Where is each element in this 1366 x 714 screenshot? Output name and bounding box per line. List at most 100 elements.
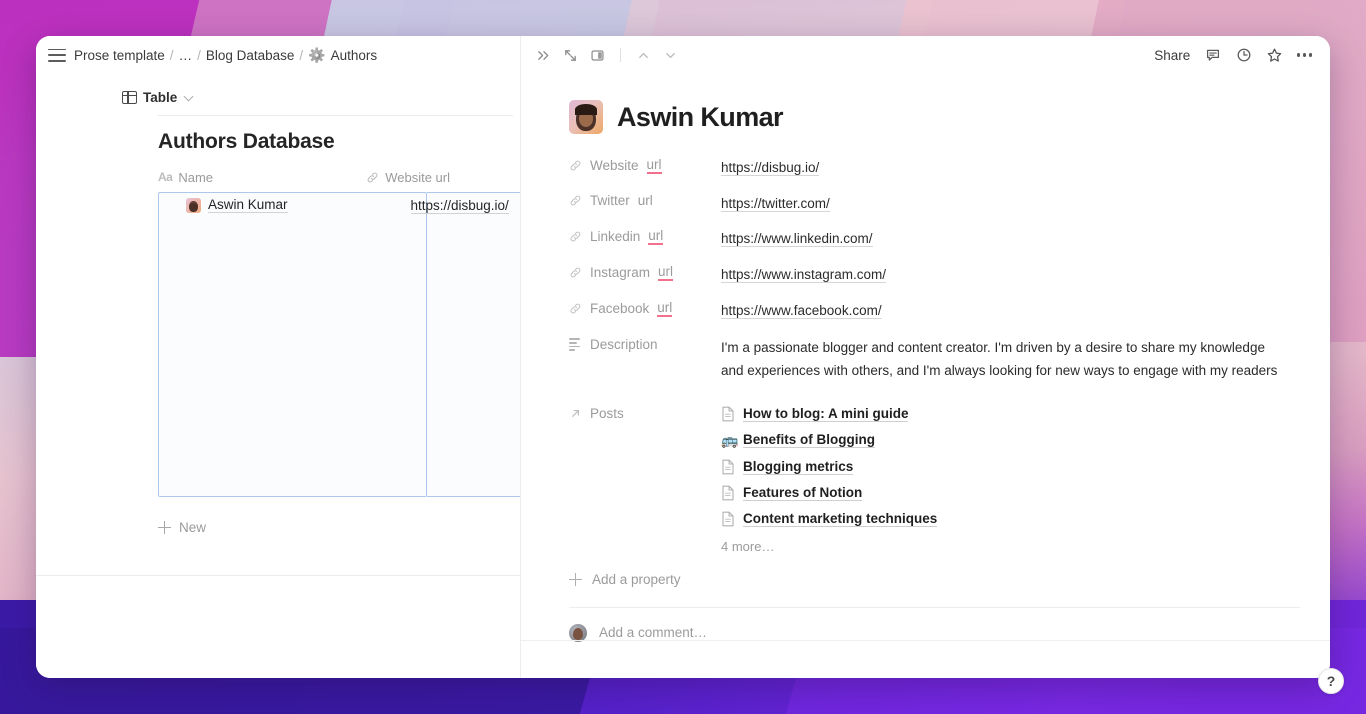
- property-value-text: https://www.facebook.com/: [721, 303, 882, 319]
- property-label-tail: url: [657, 300, 672, 317]
- property-label-main: Twitter: [590, 193, 630, 208]
- link-icon: [569, 230, 582, 243]
- comment-composer[interactable]: Add a comment…: [569, 624, 1330, 642]
- cell-selection-highlight: [158, 192, 427, 497]
- property-label-linkedin-url[interactable]: Linkedin url: [569, 227, 721, 245]
- list-item-title: How to blog: A mini guide: [743, 406, 908, 422]
- list-item[interactable]: Features of Notion: [721, 485, 937, 501]
- list-item[interactable]: Blogging metrics: [721, 459, 937, 475]
- list-item[interactable]: 🚌 Benefits of Blogging: [721, 432, 937, 449]
- avatar: [569, 624, 587, 642]
- link-icon: [569, 194, 582, 207]
- list-item-title: Content marketing techniques: [743, 511, 937, 527]
- list-item[interactable]: Content marketing techniques: [721, 511, 937, 527]
- list-item[interactable]: How to blog: A mini guide: [721, 406, 937, 422]
- expand-diagonal-icon[interactable]: [562, 47, 579, 64]
- gear-icon: ⚙️: [308, 47, 325, 64]
- page-bottom-divider: [521, 640, 1330, 641]
- property-label-facebook-url[interactable]: Facebook url: [569, 299, 721, 317]
- property-label-instagram-url[interactable]: Instagram url: [569, 263, 721, 281]
- bus-icon: 🚌: [721, 432, 735, 449]
- breadcrumb-item-current[interactable]: ⚙️ Authors: [308, 47, 377, 64]
- breadcrumb-separator: /: [169, 48, 175, 63]
- posts-relation-list: How to blog: A mini guide 🚌 Benefits of …: [721, 405, 937, 554]
- property-value-description[interactable]: I'm a passionate blogger and content cre…: [721, 336, 1286, 382]
- list-item-title: Blogging metrics: [743, 459, 853, 475]
- table-icon: [122, 91, 137, 104]
- table-header-row: Aa Name Website url: [158, 166, 521, 188]
- cell-selection-highlight-secondary: [427, 192, 521, 497]
- chevron-up-icon[interactable]: [635, 47, 652, 64]
- sidebar-toggle-icon[interactable]: [48, 49, 66, 62]
- breadcrumb-item-0[interactable]: Prose template: [74, 48, 165, 63]
- property-label-website-url[interactable]: Website url: [569, 156, 721, 174]
- link-icon: [569, 266, 582, 279]
- posts-more-link[interactable]: 4 more…: [721, 539, 937, 554]
- cell-name[interactable]: Aswin Kumar: [158, 197, 403, 213]
- side-peek-icon[interactable]: [589, 47, 606, 64]
- column-header-name[interactable]: Aa Name: [158, 170, 366, 185]
- property-value-twitter-url[interactable]: https://twitter.com/: [721, 192, 830, 215]
- help-button[interactable]: ?: [1318, 668, 1344, 694]
- cell-website-url[interactable]: https://disbug.io/: [403, 198, 522, 213]
- property-value-instagram-url[interactable]: https://www.instagram.com/: [721, 263, 886, 286]
- property-row-instagram-url: Instagram url https://www.instagram.com/: [569, 263, 1330, 286]
- property-row-twitter-url: Twitter url https://twitter.com/: [569, 192, 1330, 215]
- share-button[interactable]: Share: [1154, 48, 1190, 63]
- new-row-button[interactable]: New: [158, 520, 206, 535]
- property-label-posts[interactable]: Posts: [569, 405, 721, 421]
- add-property-label: Add a property: [592, 572, 681, 587]
- add-property-button[interactable]: Add a property: [569, 572, 1330, 587]
- app-window: Prose template / … / Blog Database / ⚙️ …: [36, 36, 1330, 678]
- property-row-facebook-url: Facebook url https://www.facebook.com/: [569, 299, 1330, 322]
- page-title[interactable]: Aswin Kumar: [617, 102, 783, 133]
- row-name-text: Aswin Kumar: [208, 197, 288, 213]
- page-avatar[interactable]: [569, 100, 603, 134]
- plus-icon: [158, 521, 171, 534]
- breadcrumb-current-label: Authors: [331, 48, 378, 63]
- column-header-website-url[interactable]: Website url: [366, 170, 521, 185]
- property-list: Website url https://disbug.io/ Twitter u…: [569, 156, 1330, 554]
- page-icon: [721, 406, 735, 422]
- left-topbar: Prose template / … / Blog Database / ⚙️ …: [36, 36, 521, 74]
- breadcrumb: Prose template / … / Blog Database / ⚙️ …: [74, 47, 377, 64]
- property-label-tail: url: [638, 193, 653, 208]
- breadcrumb-separator: /: [196, 48, 202, 63]
- breadcrumb-item-2[interactable]: Blog Database: [206, 48, 295, 63]
- text-lines-icon: [569, 338, 582, 351]
- property-value-linkedin-url[interactable]: https://www.linkedin.com/: [721, 227, 873, 250]
- link-icon: [569, 302, 582, 315]
- avatar: [186, 198, 201, 213]
- star-icon[interactable]: [1266, 47, 1283, 64]
- clock-icon[interactable]: [1235, 47, 1252, 64]
- tab-table[interactable]: Table: [122, 90, 192, 105]
- database-title: Authors Database: [158, 130, 521, 154]
- tab-table-label: Table: [143, 90, 177, 105]
- comment-icon[interactable]: [1204, 47, 1221, 64]
- chevron-down-icon[interactable]: [662, 47, 679, 64]
- plus-icon: [569, 573, 582, 586]
- tabbar-divider: [158, 115, 513, 116]
- column-header-website-url-label: Website url: [385, 170, 450, 185]
- more-horizontal-icon[interactable]: [1297, 53, 1312, 56]
- double-chevron-right-icon[interactable]: [535, 47, 552, 64]
- property-row-website-url: Website url https://disbug.io/: [569, 156, 1330, 179]
- property-row-description: Description I'm a passionate blogger and…: [569, 336, 1330, 382]
- chevron-down-icon[interactable]: [184, 91, 194, 101]
- breadcrumb-separator: /: [298, 48, 304, 63]
- link-icon: [569, 159, 582, 172]
- toolbar-divider: [620, 48, 621, 62]
- property-label-twitter-url[interactable]: Twitter url: [569, 192, 721, 208]
- property-value-website-url[interactable]: https://disbug.io/: [721, 156, 819, 179]
- breadcrumb-item-1[interactable]: …: [179, 48, 193, 63]
- property-value-facebook-url[interactable]: https://www.facebook.com/: [721, 299, 882, 322]
- property-label-description[interactable]: Description: [569, 336, 721, 352]
- aa-icon: Aa: [158, 170, 172, 184]
- property-row-linkedin-url: Linkedin url https://www.linkedin.com/: [569, 227, 1330, 250]
- comment-input[interactable]: Add a comment…: [599, 625, 707, 640]
- property-label-main: Linkedin: [590, 229, 640, 244]
- property-value-text: https://disbug.io/: [721, 160, 819, 176]
- property-label-main: Posts: [590, 406, 624, 421]
- property-row-posts: Posts How to blog: A mini guide 🚌 Benefi…: [569, 405, 1330, 554]
- table-row[interactable]: Aswin Kumar https://disbug.io/: [158, 192, 521, 218]
